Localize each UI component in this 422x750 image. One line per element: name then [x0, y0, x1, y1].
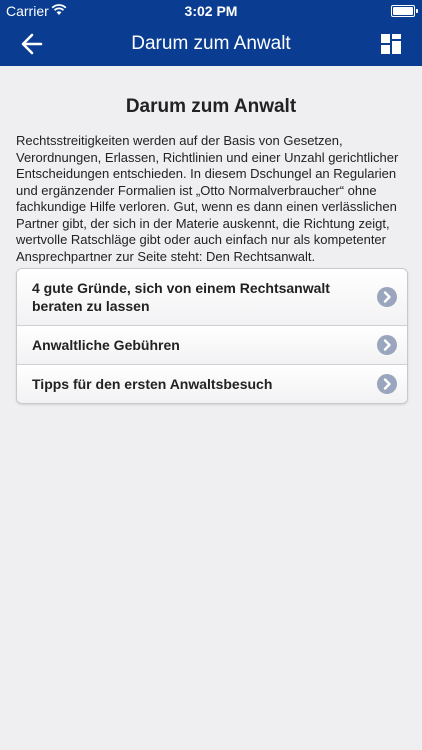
menu-item-label: Anwaltliche Gebühren	[32, 337, 180, 353]
intro-text: Rechtsstreitigkeiten werden auf der Basi…	[16, 133, 399, 264]
grid-menu-icon[interactable]	[380, 33, 402, 55]
menu-item-label: Tipps für den ersten Anwaltsbesuch	[32, 376, 273, 392]
menu-item-tipps[interactable]: Tipps für den ersten Anwaltsbesuch	[17, 365, 407, 403]
menu-item-gute-gruende[interactable]: 4 gute Gründe, sich von einem Rechtsanwa…	[17, 269, 407, 326]
navigation-bar: Darum zum Anwalt	[0, 22, 422, 66]
menu-item-label: 4 gute Gründe, sich von einem Rechtsanwa…	[32, 280, 330, 314]
chevron-right-circle-icon	[377, 335, 397, 355]
page-title: Darum zum Anwalt	[125, 96, 297, 117]
nav-title: Darum zum Anwalt	[131, 33, 291, 54]
chevron-right-circle-icon	[377, 287, 397, 307]
status-bar: Carrier 3:02 PM	[0, 0, 422, 22]
chevron-right-circle-icon	[377, 374, 397, 394]
topics-menu: 4 gute Gründe, sich von einem Rechtsanwa…	[16, 268, 408, 404]
battery-icon	[391, 5, 418, 17]
clock: 3:02 PM	[184, 3, 238, 19]
menu-item-gebuehren[interactable]: Anwaltliche Gebühren	[17, 326, 407, 365]
